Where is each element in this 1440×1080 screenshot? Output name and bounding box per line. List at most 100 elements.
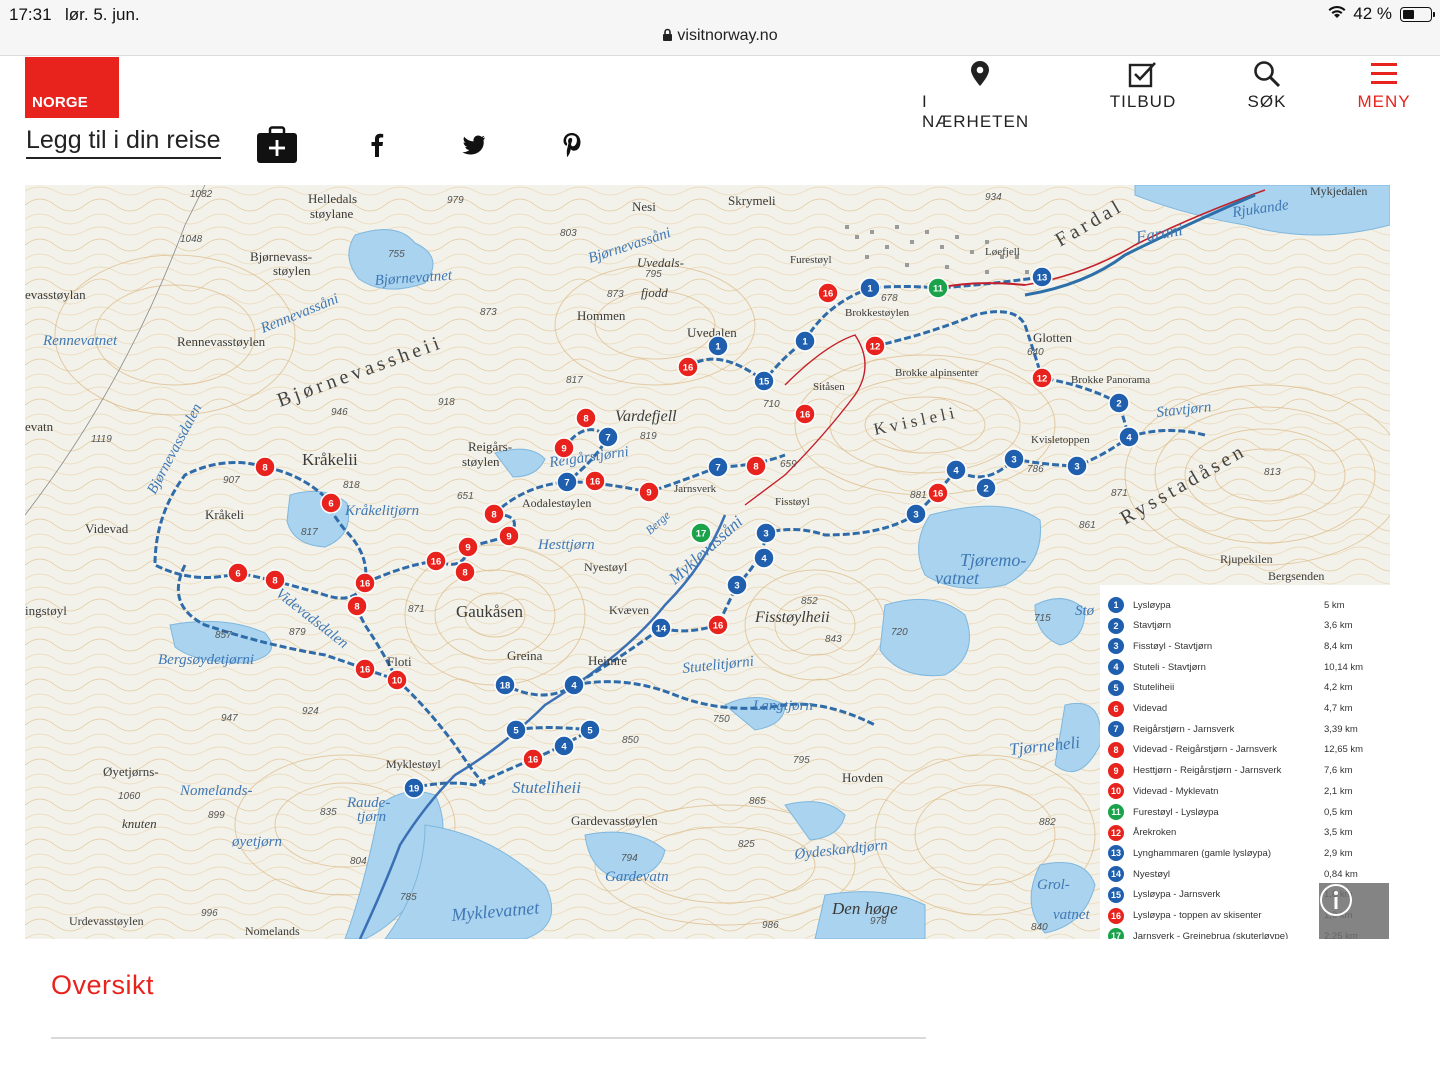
trail-marker[interactable]: 7: [597, 426, 619, 448]
trail-marker[interactable]: 2: [975, 477, 997, 499]
trail-marker[interactable]: 3: [1003, 448, 1025, 470]
trail-marker[interactable]: 5: [579, 719, 601, 741]
trail-marker[interactable]: 12: [1031, 367, 1053, 389]
trail-marker[interactable]: 8: [745, 455, 767, 477]
trail-marker[interactable]: 16: [817, 282, 839, 304]
trail-marker-number: 12: [870, 342, 881, 353]
trail-marker[interactable]: 18: [494, 674, 516, 696]
facebook-share-button[interactable]: [362, 130, 392, 160]
map-label: Langtjørn: [752, 698, 813, 714]
trail-marker[interactable]: 13: [1031, 266, 1053, 288]
trail-marker[interactable]: 4: [753, 547, 775, 569]
height-label: 850: [622, 735, 639, 746]
trail-marker-number: 13: [1037, 273, 1048, 284]
legend-row: 12 Årekroken 3,5 km: [1108, 824, 1384, 842]
trail-marker[interactable]: 9: [457, 536, 479, 558]
trail-marker[interactable]: 10: [386, 669, 408, 691]
trail-marker[interactable]: 1: [859, 277, 881, 299]
trail-marker[interactable]: 4: [563, 674, 585, 696]
trail-marker-number: 16: [800, 410, 811, 421]
height-label: 861: [1079, 520, 1096, 531]
height-label: 979: [447, 195, 464, 206]
height-label: 720: [891, 627, 908, 638]
nav-offers[interactable]: TILBUD: [1104, 60, 1182, 112]
trail-marker[interactable]: 6: [227, 562, 249, 584]
trail-marker[interactable]: 8: [454, 561, 476, 583]
trail-marker-number: 17: [696, 529, 707, 540]
trail-marker[interactable]: 4: [1118, 426, 1140, 448]
nav-near-me[interactable]: I NÆRHETEN: [922, 60, 1038, 132]
add-to-trip-link[interactable]: Legg til i din reise: [26, 126, 221, 159]
norge-logo[interactable]: NORGE: [25, 57, 119, 118]
trail-marker[interactable]: 16: [584, 470, 606, 492]
trail-marker[interactable]: 8: [254, 456, 276, 478]
map-label: øyetjørn: [231, 834, 282, 850]
trail-marker[interactable]: 11: [927, 277, 949, 299]
twitter-share-button[interactable]: [459, 130, 489, 160]
trail-marker[interactable]: 8: [483, 503, 505, 525]
pinterest-share-button[interactable]: [557, 130, 587, 160]
trail-marker[interactable]: 3: [726, 574, 748, 596]
trail-marker[interactable]: 9: [638, 481, 660, 503]
legend-distance: 3,39 km: [1324, 723, 1358, 735]
nav-search[interactable]: SØK: [1236, 60, 1298, 112]
legend-row: 7 Reigårstjørn - Jarnsverk 3,39 km: [1108, 720, 1384, 738]
trail-marker[interactable]: 16: [707, 614, 729, 636]
trail-marker[interactable]: 12: [864, 335, 886, 357]
height-label: 934: [985, 192, 1002, 203]
trail-marker[interactable]: 15: [753, 370, 775, 392]
legend-number: 17: [1108, 928, 1124, 939]
trail-marker[interactable]: 19: [403, 777, 425, 799]
trail-marker[interactable]: 5: [505, 719, 527, 741]
trail-marker[interactable]: 8: [346, 595, 368, 617]
trail-marker[interactable]: 16: [354, 658, 376, 680]
trail-marker[interactable]: 2: [1108, 392, 1130, 414]
height-label: 818: [343, 480, 360, 491]
trail-marker-number: 2: [1116, 399, 1121, 410]
map-label: Kråkelii: [302, 450, 358, 469]
trail-marker[interactable]: 3: [755, 522, 777, 544]
trail-marker[interactable]: 16: [794, 403, 816, 425]
trail-marker[interactable]: 16: [677, 356, 699, 378]
trail-marker-number: 16: [823, 289, 834, 300]
trail-marker[interactable]: 16: [425, 550, 447, 572]
trail-marker-number: 4: [571, 681, 577, 692]
trail-map[interactable]: Helledals støylane Bjørnevass- støylen B…: [25, 185, 1390, 939]
trail-marker[interactable]: 14: [650, 617, 672, 639]
legend-row: 2 Stavtjørn 3,6 km: [1108, 617, 1384, 635]
trail-marker[interactable]: 16: [354, 572, 376, 594]
trail-marker[interactable]: 7: [707, 456, 729, 478]
map-label: vatnet: [1053, 907, 1090, 923]
trail-marker[interactable]: 3: [1066, 455, 1088, 477]
legend-name: Reigårstjørn - Jarnsverk: [1133, 723, 1235, 735]
height-label: 843: [825, 634, 842, 645]
trail-marker[interactable]: 8: [575, 407, 597, 429]
trail-marker[interactable]: 1: [794, 330, 816, 352]
trail-marker[interactable]: 9: [498, 525, 520, 547]
trail-marker[interactable]: 7: [556, 471, 578, 493]
trail-marker[interactable]: 4: [553, 735, 575, 757]
trail-marker-number: 8: [262, 463, 267, 474]
trail-marker[interactable]: 16: [927, 482, 949, 504]
address-bar[interactable]: visitnorway.no: [0, 27, 1440, 45]
legend-distance: 3,5 km: [1324, 827, 1353, 839]
nav-menu[interactable]: MENY: [1354, 60, 1414, 112]
map-info-button[interactable]: [1319, 883, 1389, 939]
legend-row: 5 Stuteliheii 4,2 km: [1108, 679, 1384, 697]
trail-marker[interactable]: 17: [690, 522, 712, 544]
legend-number: 15: [1108, 886, 1124, 903]
map-label: evasstøylan: [25, 287, 86, 302]
trail-marker-number: 8: [272, 576, 277, 587]
trail-marker[interactable]: 8: [264, 569, 286, 591]
trail-marker[interactable]: 6: [320, 492, 342, 514]
height-label: 882: [1039, 817, 1056, 828]
legend-name: Fisstøyl - Stavtjørn: [1133, 640, 1213, 652]
trail-marker[interactable]: 1: [707, 335, 729, 357]
add-to-trip-button[interactable]: [256, 126, 298, 164]
trail-marker[interactable]: 3: [905, 503, 927, 525]
trail-marker[interactable]: 9: [553, 437, 575, 459]
trail-marker-number: 16: [933, 489, 944, 500]
trail-marker[interactable]: 4: [945, 459, 967, 481]
map-label: Gaukåsen: [456, 602, 524, 621]
trail-marker[interactable]: 16: [522, 748, 544, 770]
